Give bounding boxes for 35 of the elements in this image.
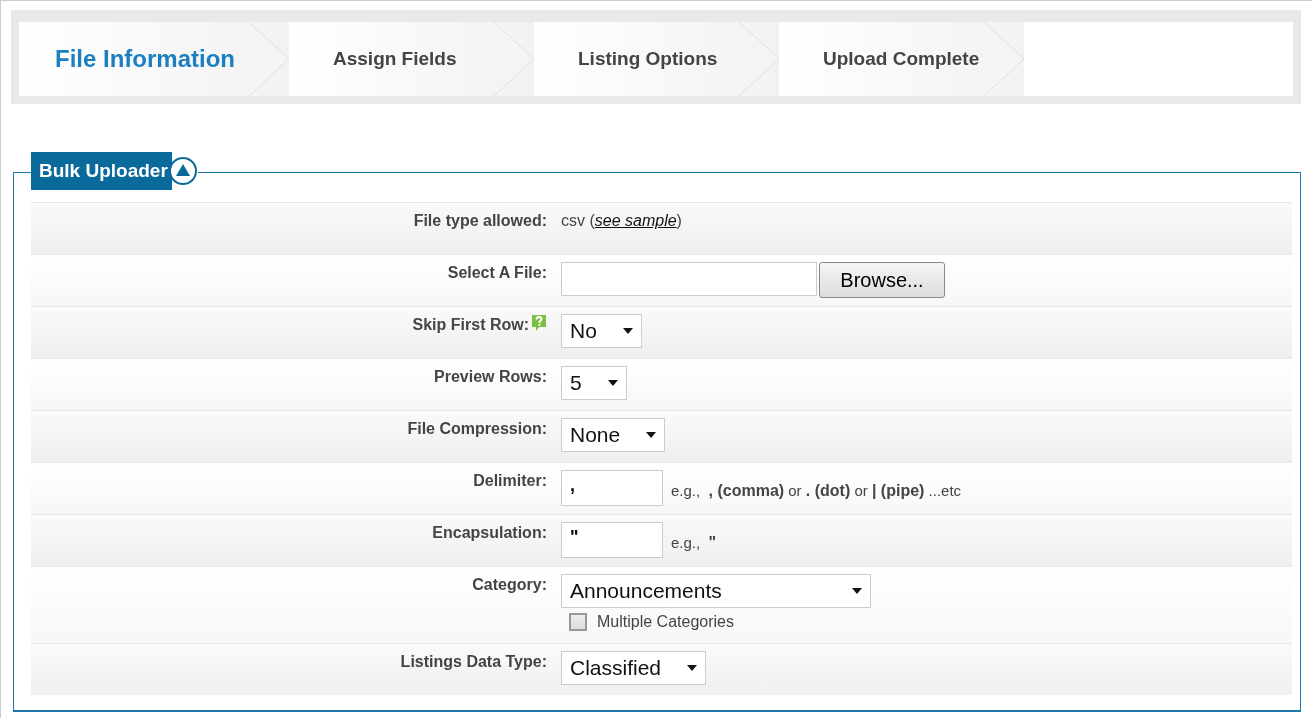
hint-text: e.g., " bbox=[671, 533, 717, 552]
checkbox-label: Multiple Categories bbox=[597, 613, 734, 631]
dropdown[interactable]: 5 bbox=[561, 366, 627, 400]
step-arrow-icon bbox=[984, 22, 1024, 96]
dropdown[interactable]: No bbox=[561, 314, 642, 348]
step-arrow-icon bbox=[739, 22, 779, 96]
panel-title: Bulk Uploader bbox=[31, 152, 172, 190]
checkbox[interactable] bbox=[569, 613, 587, 631]
field-label: Preview Rows: bbox=[434, 368, 547, 386]
caret-icon bbox=[852, 588, 862, 594]
field-label: Listings Data Type: bbox=[400, 653, 547, 671]
input-field[interactable]: " bbox=[561, 522, 663, 558]
browse-button[interactable]: Browse... bbox=[819, 262, 945, 298]
dropdown[interactable]: Classified bbox=[561, 651, 707, 685]
field-label: Skip First Row: bbox=[412, 316, 529, 334]
field-label: File Compression: bbox=[407, 420, 547, 438]
caret-icon bbox=[646, 432, 657, 438]
field-label: Delimiter: bbox=[473, 472, 547, 490]
paren-text: ) bbox=[676, 211, 682, 230]
caret-icon bbox=[622, 328, 633, 334]
file-input-field[interactable] bbox=[561, 262, 817, 296]
step-arrow-icon bbox=[249, 22, 289, 96]
field-label: File type allowed: bbox=[413, 212, 547, 230]
field-label: Select A File: bbox=[447, 264, 547, 282]
field-label: Category: bbox=[472, 576, 547, 594]
dropdown[interactable]: Announcements bbox=[561, 574, 871, 608]
field-label: Encapsulation: bbox=[432, 524, 547, 542]
file-type-text: csv ( bbox=[561, 211, 595, 230]
help-icon[interactable] bbox=[531, 314, 547, 332]
caret-icon bbox=[607, 380, 618, 386]
caret-icon bbox=[687, 665, 698, 671]
dropdown[interactable]: None bbox=[561, 418, 666, 452]
input-field[interactable]: , bbox=[561, 470, 663, 506]
step-arrow-icon bbox=[494, 22, 534, 96]
hint-text: e.g., , (comma) or . (dot) or | (pipe) ...etc bbox=[671, 481, 962, 500]
